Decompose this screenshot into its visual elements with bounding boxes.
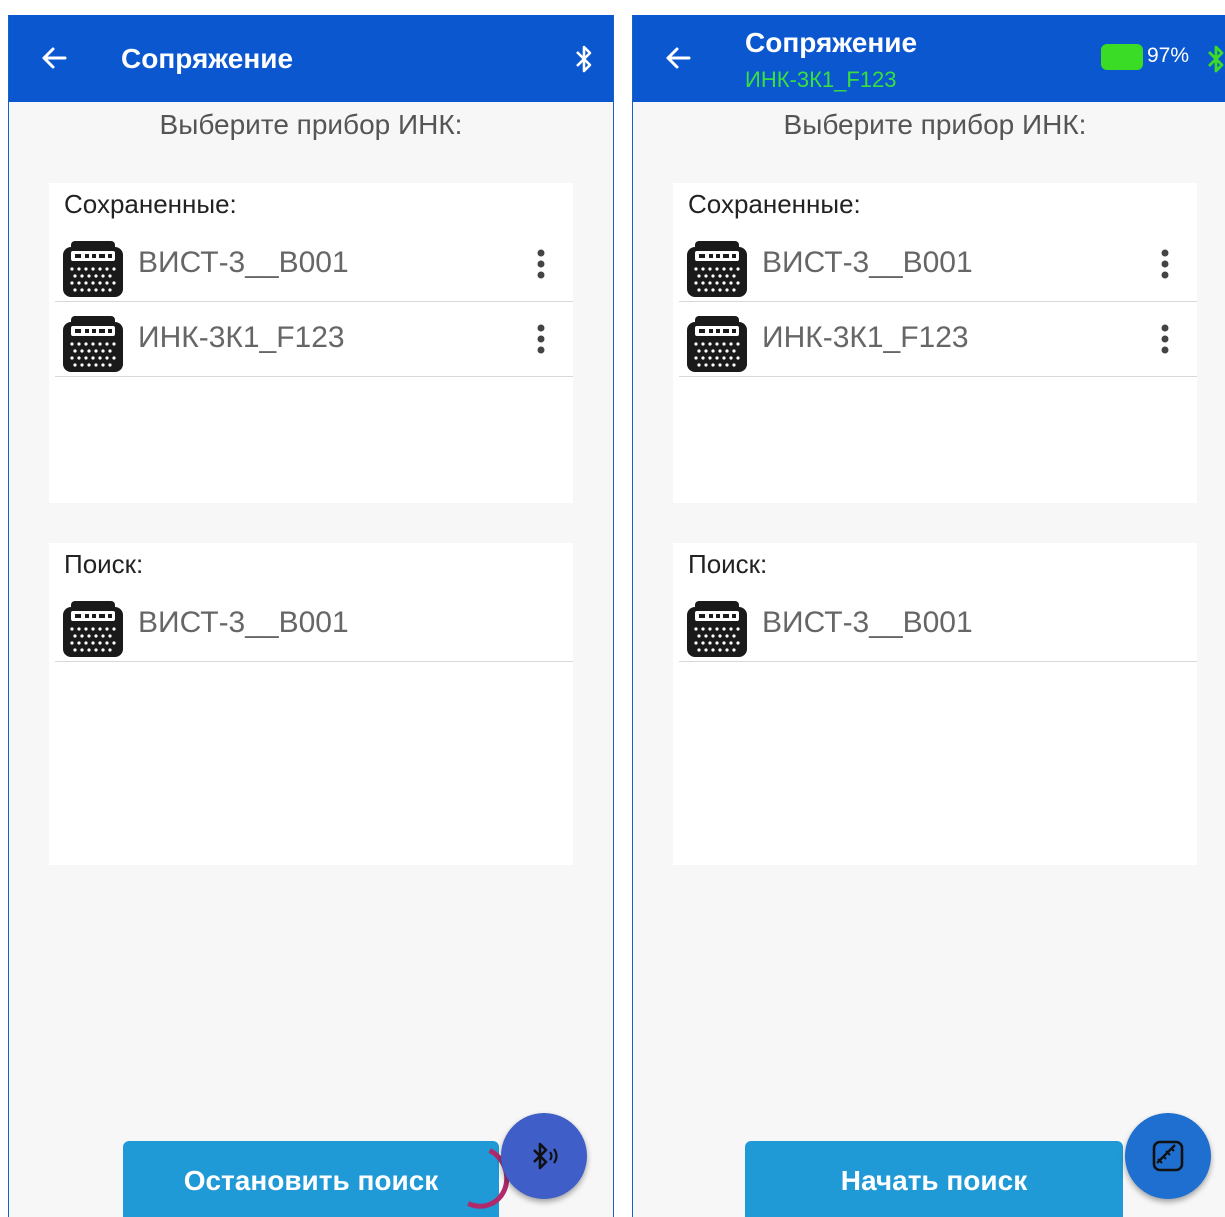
stop-search-button[interactable]: Остановить поиск [123,1141,499,1217]
pairing-screen-connected: Сопряжение ИНК-3К1_F123 97% Выберите при… [632,15,1225,1217]
battery-level: 97% [1147,44,1190,67]
device-name: ИНК-3К1_F123 [762,321,969,354]
device-icon [687,316,747,372]
search-section-title: Поиск: [688,549,768,579]
bluetooth-searching-icon [533,1142,558,1170]
select-device-prompt: Выберите прибор ИНК: [783,109,1087,140]
saved-devices-section: Сохраненные: ВИСТ-3__B001 ИНК-3К1_F123 [673,183,1197,503]
search-section-title: Поиск: [64,549,144,579]
bluetooth-search-fab[interactable] [501,1113,587,1199]
device-name: ВИСТ-3__B001 [762,246,973,279]
saved-section-title: Сохраненные: [64,189,237,219]
app-bar: Сопряжение ИНК-3К1_F123 97% [633,15,1225,102]
saved-section-title: Сохраненные: [688,189,861,219]
more-options-icon[interactable] [1161,249,1169,279]
saved-devices-section: Сохраненные: ВИСТ-3__B001 ИНК-3К1_F123 [49,183,573,503]
pairing-screen-searching: Сопряжение Выберите прибор ИНК: Сохранен… [8,15,614,1217]
battery-icon [1101,44,1143,70]
search-results-section: Поиск: ВИСТ-3__B001 [673,543,1197,865]
search-results-section: Поиск: ВИСТ-3__B001 [49,543,573,865]
more-options-icon[interactable] [537,249,545,279]
more-options-icon[interactable] [537,324,545,354]
start-search-button[interactable]: Начать поиск [745,1141,1123,1217]
device-icon [687,601,747,657]
page-title: Сопряжение [121,43,294,74]
device-name: ИНК-3К1_F123 [138,321,345,354]
back-arrow-icon[interactable] [39,43,69,73]
device-icon [687,241,747,297]
device-name: ВИСТ-3__B001 [138,246,349,279]
connected-device-name: ИНК-3К1_F123 [745,67,897,92]
select-device-prompt: Выберите прибор ИНК: [159,109,463,140]
saved-device-row[interactable]: ВИСТ-3__B001 [679,227,1197,302]
page-title: Сопряжение [745,27,918,58]
measure-fab[interactable] [1125,1113,1211,1199]
bluetooth-connected-icon[interactable] [1205,43,1225,75]
found-device-row[interactable]: ВИСТ-3__B001 [679,587,1197,662]
device-icon [63,241,123,297]
saved-device-row[interactable]: ИНК-3К1_F123 [679,302,1197,377]
back-arrow-icon[interactable] [663,43,693,73]
found-device-row[interactable]: ВИСТ-3__B001 [55,587,573,662]
more-options-icon[interactable] [1161,324,1169,354]
device-name: ВИСТ-3__B001 [762,606,973,639]
saved-device-row[interactable]: ВИСТ-3__B001 [55,227,573,302]
saved-device-row[interactable]: ИНК-3К1_F123 [55,302,573,377]
measure-tool-icon [1152,1140,1184,1172]
app-bar: Сопряжение [9,15,613,102]
device-icon [63,601,123,657]
device-name: ВИСТ-3__B001 [138,606,349,639]
device-icon [63,316,123,372]
bluetooth-icon[interactable] [573,43,595,75]
